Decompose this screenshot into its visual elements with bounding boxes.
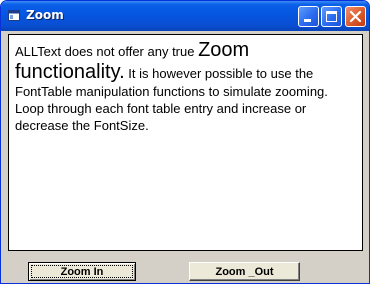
rich-text-box[interactable]: ALLText does not offer any true Zoom fun…: [8, 34, 363, 251]
form-icon: [8, 10, 20, 21]
zoom-window: Zoom ALLText does not offer any true Zoo…: [0, 0, 370, 284]
window-title: Zoom: [26, 8, 64, 22]
text-segment-intro: ALLText does not offer any true: [15, 44, 199, 59]
maximize-icon: [326, 11, 337, 22]
maximize-button[interactable]: [321, 6, 342, 27]
minimize-icon: [304, 19, 311, 22]
close-icon: [349, 10, 362, 23]
zoom-in-button[interactable]: Zoom In: [28, 262, 136, 281]
client-area: ALLText does not offer any true Zoom fun…: [4, 31, 366, 281]
zoom-out-button[interactable]: Zoom _Out: [189, 262, 300, 281]
title-bar[interactable]: Zoom: [1, 1, 369, 31]
minimize-button[interactable]: [298, 6, 319, 27]
close-button[interactable]: [345, 6, 366, 27]
